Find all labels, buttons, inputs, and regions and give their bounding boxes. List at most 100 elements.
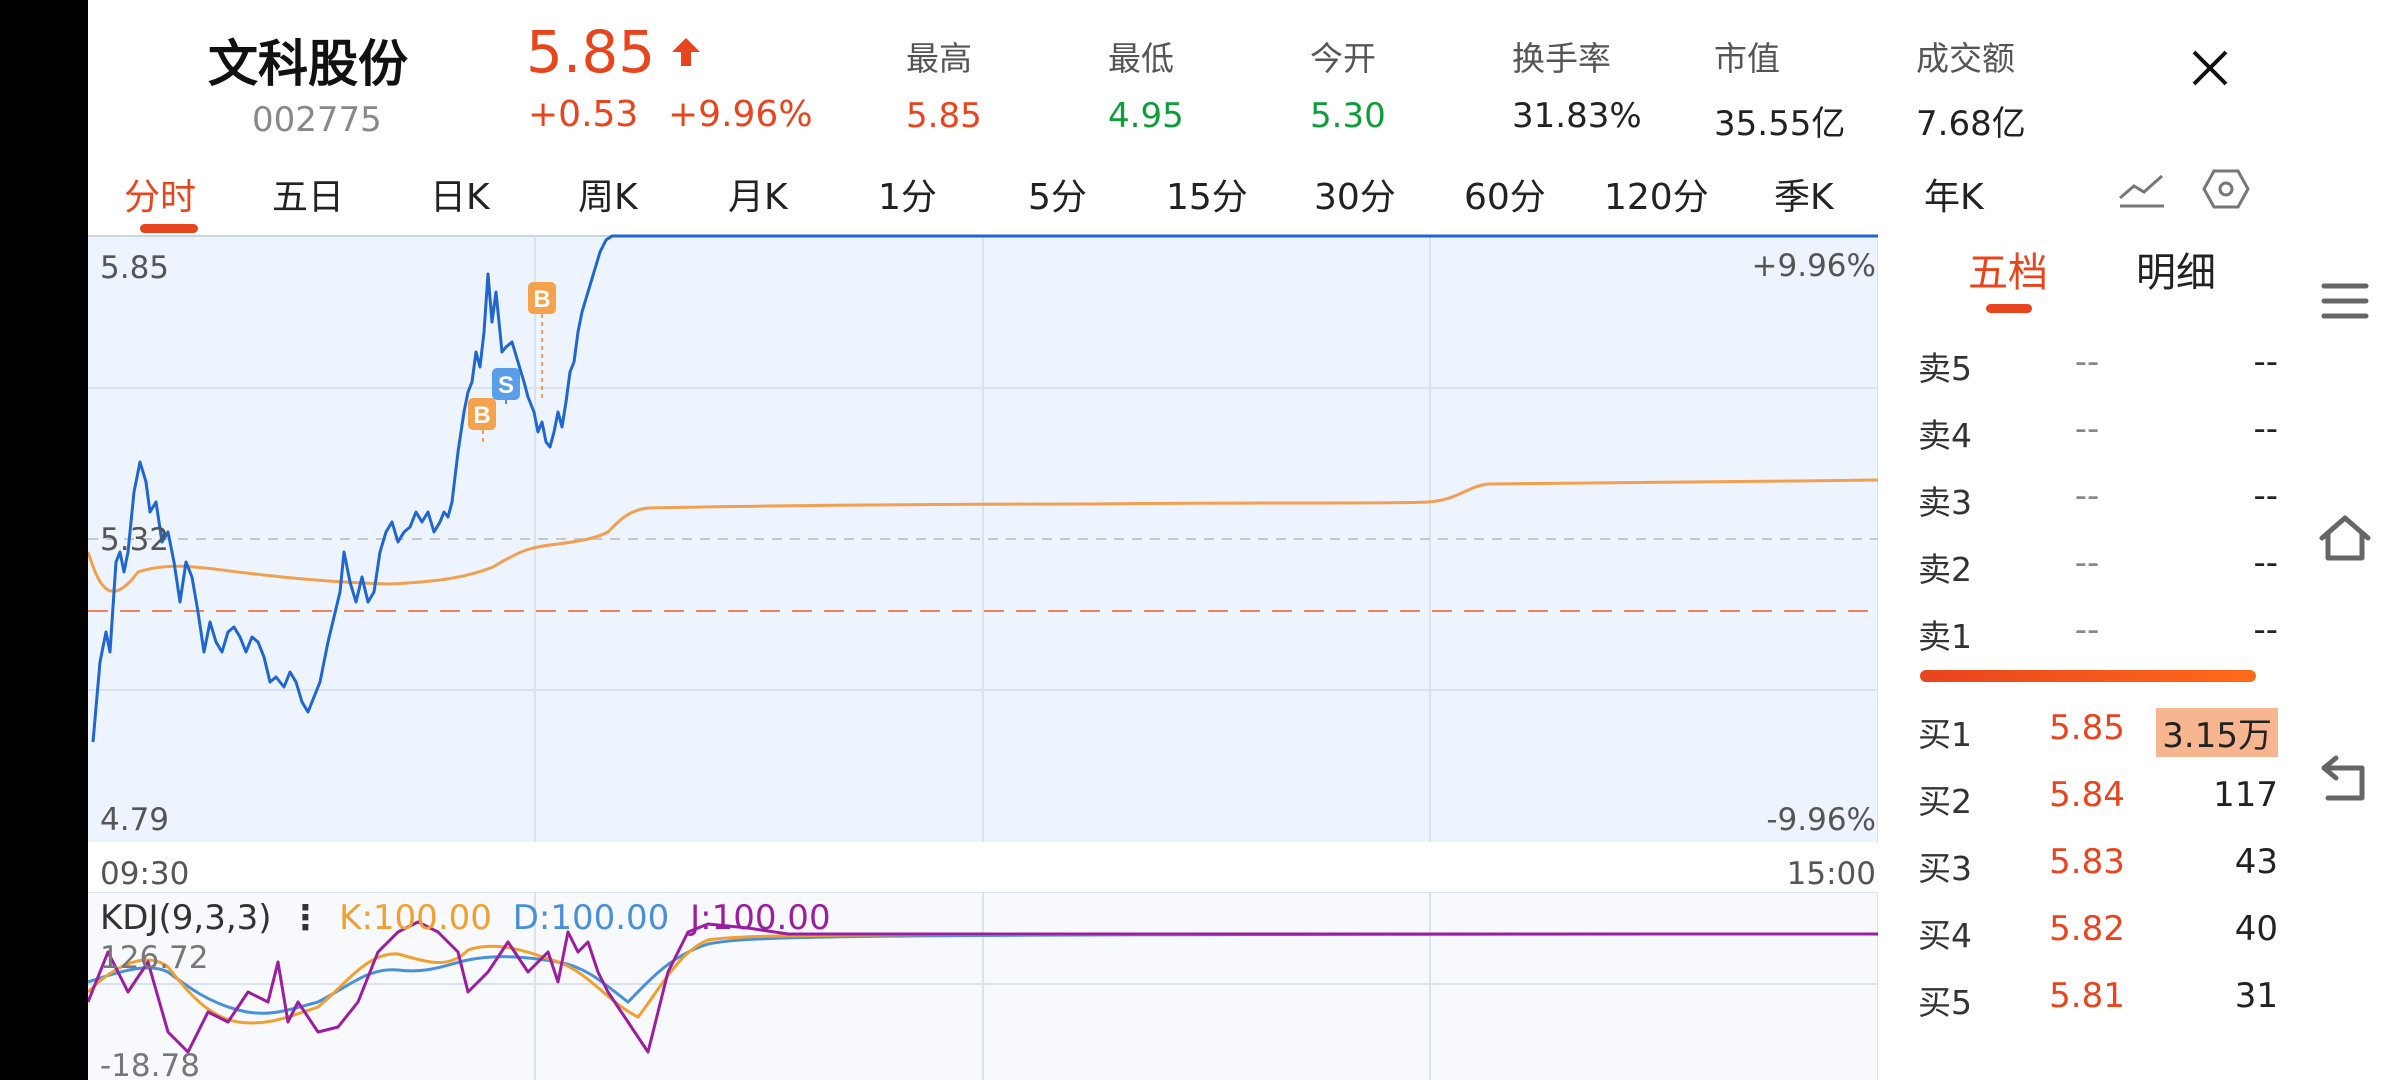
sell-level-label: 卖2: [1918, 550, 1972, 589]
time-end-label: 15:00: [1786, 856, 1876, 892]
sell-marker: S: [492, 368, 520, 400]
buy-price: 5.84: [2049, 775, 2125, 815]
sell-price: --: [2074, 342, 2100, 382]
stat-label-high: 最高: [906, 39, 972, 78]
buy-level-label: 买5: [1918, 983, 1972, 1022]
buy-level-label: 买1: [1918, 715, 1972, 754]
close-icon[interactable]: [2186, 44, 2234, 92]
orderbook-sell-row: 卖5 -- --: [1918, 342, 2278, 392]
buy-price: 5.81: [2049, 976, 2125, 1016]
sell-volume: --: [2253, 476, 2278, 516]
stock-quote-panel: 文科股份 002775 5.85 +0.53 +9.96% 最高 5.85 最低…: [88, 0, 2288, 1080]
kdj-y-top-label: 126.72: [100, 940, 209, 976]
stat-value-market-cap: 35.55亿: [1714, 104, 1846, 144]
sell-level-label: 卖1: [1918, 617, 1972, 656]
y-axis-top-label: 5.85: [100, 250, 170, 286]
bid-ask-divider: [1920, 670, 2256, 682]
sell-level-label: 卖3: [1918, 483, 1972, 522]
pct-bottom-label: -9.96%: [1766, 802, 1876, 838]
sell-price: --: [2074, 409, 2100, 449]
tab-daily-k[interactable]: 日K: [430, 168, 490, 220]
buy-volume: 40: [2234, 909, 2278, 949]
sell-volume: --: [2253, 610, 2278, 650]
time-start-label: 09:30: [100, 856, 190, 892]
stat-value-low: 4.95: [1108, 96, 1184, 136]
stat-label-open: 今开: [1310, 39, 1376, 78]
tab-5min[interactable]: 5分: [1028, 168, 1087, 220]
tab-order-book[interactable]: 五档: [1968, 240, 2048, 298]
buy-volume: 3.15万: [2156, 708, 2278, 757]
stat-label-low: 最低: [1108, 39, 1174, 78]
kdj-legend[interactable]: KDJ(9,3,3) ⋮ K:100.00 D:100.00 J:100.00: [100, 898, 831, 938]
tab-yearly-k[interactable]: 年K: [1924, 168, 1984, 220]
sell-level-label: 卖5: [1918, 349, 1972, 388]
menu-icon[interactable]: [2318, 274, 2372, 328]
buy-marker: B: [528, 282, 556, 314]
stat-value-volume-amount: 7.68亿: [1916, 104, 2026, 144]
buy-level-label: 买3: [1918, 849, 1972, 888]
tab-weekly-k[interactable]: 周K: [578, 168, 638, 220]
tab-15min[interactable]: 15分: [1166, 168, 1248, 220]
buy-price: 5.83: [2049, 842, 2125, 882]
buy-volume: 31: [2234, 976, 2278, 1016]
stock-code: 002775: [252, 100, 382, 140]
svg-text:S: S: [498, 372, 514, 399]
buy-level-label: 买2: [1918, 782, 1972, 821]
tab-intraday[interactable]: 分时: [124, 168, 196, 220]
tab-1min[interactable]: 1分: [878, 168, 937, 220]
buy-price: 5.82: [2049, 909, 2125, 949]
sell-volume: --: [2253, 342, 2278, 382]
kdj-d-value: D:100.00: [512, 898, 670, 938]
tab-30min[interactable]: 30分: [1314, 168, 1396, 220]
buy-volume: 117: [2213, 775, 2278, 815]
home-icon[interactable]: [2318, 512, 2372, 566]
orderbook-buy-row: 买4 5.82 40: [1918, 909, 2278, 959]
tab-five-day[interactable]: 五日: [272, 168, 344, 220]
orderbook-sell-row: 卖3 -- --: [1918, 476, 2278, 526]
sell-level-label: 卖4: [1918, 416, 1972, 455]
stat-value-turnover: 31.83%: [1512, 96, 1642, 136]
kdj-title: KDJ(9,3,3): [100, 898, 272, 938]
kdj-k-value: K:100.00: [339, 898, 492, 938]
sell-volume: --: [2253, 543, 2278, 583]
sell-price: --: [2074, 610, 2100, 650]
orderbook-buy-row: 买2 5.84 117: [1918, 775, 2278, 825]
orderbook-sell-row: 卖1 -- --: [1918, 610, 2278, 660]
line-chart-icon[interactable]: [2118, 168, 2166, 210]
stat-label-turnover: 换手率: [1512, 39, 1611, 78]
hexagon-settings-icon[interactable]: [2202, 168, 2250, 210]
kdj-more-icon[interactable]: ⋮: [288, 898, 322, 938]
orderbook-buy-row: 买5 5.81 31: [1918, 976, 2278, 1026]
y-axis-bottom-label: 4.79: [100, 802, 170, 838]
tab-120min[interactable]: 120分: [1604, 168, 1709, 220]
price-change-pct: +9.96%: [668, 94, 813, 135]
y-axis-mid-label: 5.32: [100, 522, 170, 558]
sell-price: --: [2074, 543, 2100, 583]
buy-volume: 43: [2234, 842, 2278, 882]
up-arrow-icon: [672, 38, 700, 66]
stat-label-volume-amount: 成交额: [1916, 39, 2015, 78]
kdj-j-value: J:100.00: [690, 898, 831, 938]
order-book-tab-underline: [1986, 304, 2032, 313]
orderbook-buy-row: 买3 5.83 43: [1918, 842, 2278, 892]
tab-monthly-k[interactable]: 月K: [728, 168, 788, 220]
pct-top-label: +9.96%: [1751, 248, 1876, 284]
orderbook-buy-row: 买1 5.85 3.15万: [1918, 708, 2278, 758]
tab-trade-detail[interactable]: 明细: [2136, 240, 2216, 298]
tab-quarterly-k[interactable]: 季K: [1774, 168, 1834, 220]
stat-value-open: 5.30: [1310, 96, 1386, 136]
kdj-y-bottom-label: -18.78: [100, 1048, 200, 1080]
tab-60min[interactable]: 60分: [1464, 168, 1546, 220]
system-nav-bar: [2288, 0, 2400, 1080]
price-change: +0.53: [528, 94, 639, 135]
sell-volume: --: [2253, 409, 2278, 449]
orderbook-sell-row: 卖4 -- --: [1918, 409, 2278, 459]
sell-price: --: [2074, 476, 2100, 516]
buy-marker: B: [468, 398, 496, 430]
orderbook-sell-row: 卖2 -- --: [1918, 543, 2278, 593]
stat-label-market-cap: 市值: [1714, 39, 1780, 78]
intraday-chart[interactable]: B S B: [88, 232, 1878, 842]
svg-text:B: B: [473, 402, 490, 429]
back-icon[interactable]: [2318, 752, 2372, 806]
stat-value-high: 5.85: [906, 96, 982, 136]
